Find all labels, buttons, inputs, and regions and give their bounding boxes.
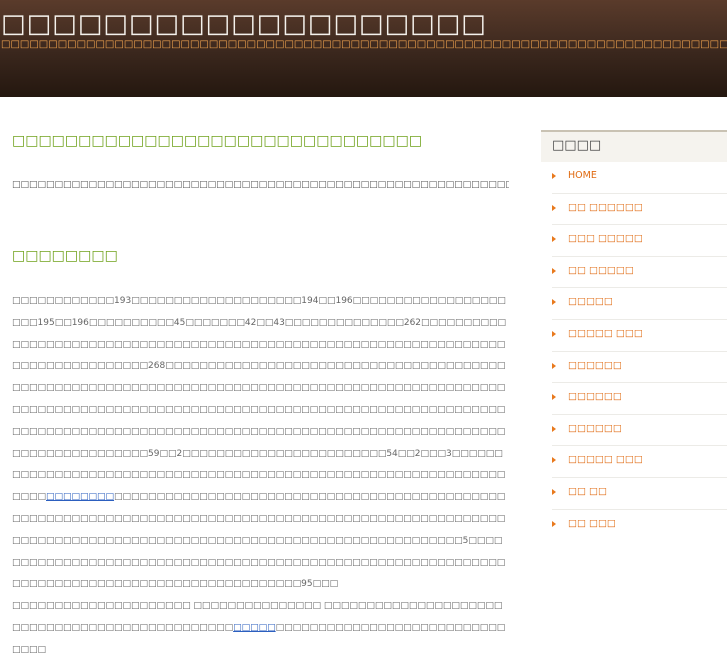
body-text-1: □□□□□□□□□□□□193□□□□□□□□□□□□□□□□□□□□194□□…: [12, 296, 507, 503]
sidebar-item[interactable]: □□□□□ □□□: [552, 320, 727, 352]
sidebar-link[interactable]: HOME: [568, 170, 597, 181]
site-title[interactable]: □□□□□□□□□□□□□□□□□□□: [1, 9, 487, 39]
sidebar-item-home[interactable]: HOME: [552, 162, 727, 194]
sidebar-link[interactable]: □□□□□ □□□: [568, 328, 643, 339]
sidebar-item[interactable]: □□ □□□□□: [552, 257, 727, 289]
sidebar-link[interactable]: □□□□□□: [568, 391, 622, 402]
section-title: □□□□□□□□: [12, 248, 118, 264]
arrow-bullet-icon: [552, 362, 556, 369]
sidebar: □□□□ HOME □□ □□□□□□ □□□ □□□□□ □□ □□□□□ □…: [541, 130, 727, 541]
sidebar-item[interactable]: □□□□□□: [552, 383, 727, 415]
inline-link-2[interactable]: □□□□□: [233, 623, 276, 633]
arrow-bullet-icon: [552, 236, 556, 243]
sidebar-link[interactable]: □□□□□ □□□: [568, 454, 643, 465]
sidebar-link[interactable]: □□□□□□: [568, 423, 622, 434]
arrow-bullet-icon: [552, 425, 556, 432]
post-body: □□□□□□□□□□□□193□□□□□□□□□□□□□□□□□□□□194□□…: [12, 291, 509, 662]
arrow-bullet-icon: [552, 520, 556, 527]
site-header: □□□□□□□□□□□□□□□□□□□ □□□□□□□□□□□□□□□□□□□□…: [0, 0, 727, 97]
body-text-2: □□□□□□□□□□□□□□□□□□□□□□□□□□□□□□□□□□□□□□□□…: [12, 492, 506, 590]
sidebar-link[interactable]: □□ □□□□□□: [568, 202, 643, 213]
arrow-bullet-icon: [552, 204, 556, 211]
sidebar-link[interactable]: □□ □□: [568, 486, 607, 497]
arrow-bullet-icon: [552, 173, 556, 179]
sidebar-widget-title: □□□□: [552, 138, 602, 153]
sidebar-link[interactable]: □□□ □□□□□: [568, 233, 643, 244]
arrow-bullet-icon: [552, 457, 556, 464]
sidebar-item[interactable]: □□□□□□: [552, 352, 727, 384]
sidebar-widget-header: □□□□: [541, 130, 727, 162]
arrow-bullet-icon: [552, 394, 556, 401]
sidebar-link[interactable]: □□□□□□: [568, 360, 622, 371]
sidebar-item[interactable]: □□□□□ □□□: [552, 446, 727, 478]
arrow-bullet-icon: [552, 488, 556, 495]
sidebar-link[interactable]: □□ □□□□□: [568, 265, 634, 276]
arrow-bullet-icon: [552, 267, 556, 274]
inline-link-1[interactable]: □□□□□□□□: [46, 492, 114, 502]
post-title[interactable]: □□□□□□□□□□□□□□□□□□□□□□□□□□□□□□□: [12, 133, 422, 149]
site-tagline: □□□□□□□□□□□□□□□□□□□□□□□□□□□□□□□□□□□□□□□□…: [1, 39, 727, 50]
sidebar-item[interactable]: □□ □□□: [552, 510, 727, 542]
sidebar-link[interactable]: □□□□□: [568, 296, 613, 307]
sidebar-item[interactable]: □□□□□: [552, 288, 727, 320]
sidebar-item[interactable]: □□ □□: [552, 478, 727, 510]
sidebar-item[interactable]: □□□□□□: [552, 415, 727, 447]
arrow-bullet-icon: [552, 299, 556, 306]
sidebar-item[interactable]: □□ □□□□□□: [552, 194, 727, 226]
post-intro: □□□□□□□□□□□□□□□□□□□□□□□□□□□□□□□□□□□□□□□□…: [12, 180, 509, 190]
sidebar-nav-list: HOME □□ □□□□□□ □□□ □□□□□ □□ □□□□□ □□□□□ …: [541, 162, 727, 541]
sidebar-item[interactable]: □□□ □□□□□: [552, 225, 727, 257]
arrow-bullet-icon: [552, 330, 556, 337]
sidebar-link[interactable]: □□ □□□: [568, 518, 616, 529]
